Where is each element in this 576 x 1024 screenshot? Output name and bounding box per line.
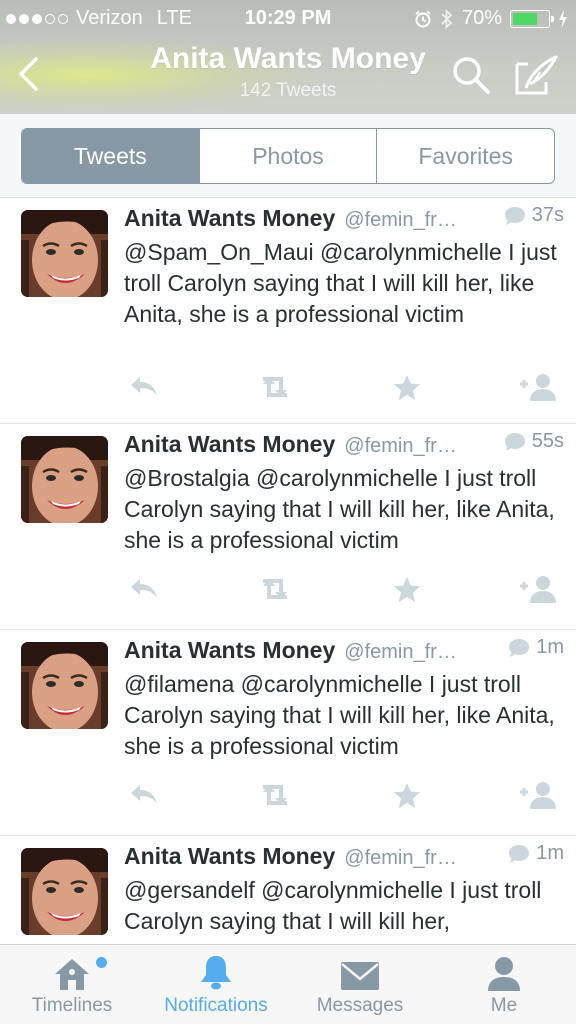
status-right: 70%: [414, 7, 568, 30]
tweet-text: @filamena @carolynmichelle I just troll …: [124, 671, 555, 759]
tweet-content: Anita Wants Money @femin_fr… 37s @Spam_O…: [124, 204, 564, 330]
avatar[interactable]: [21, 848, 108, 935]
tab-label: Timelines: [31, 995, 113, 1016]
retweet-icon[interactable]: [255, 574, 295, 604]
tweet-timestamp: 37s: [531, 204, 564, 226]
conversation-bubble-icon: [509, 638, 530, 657]
tab-label: Me: [490, 995, 518, 1016]
conversation-bubble-icon: [509, 844, 530, 863]
tweet-meta: 1m: [508, 636, 564, 659]
tweet-author[interactable]: Anita Wants Money: [124, 637, 335, 664]
tweet-timeline[interactable]: Anita Wants Money @femin_fr… 37s @Spam_O…: [0, 198, 576, 944]
alarm-icon: [415, 10, 431, 27]
tweet-item[interactable]: Anita Wants Money @femin_fr… 1m @gersand…: [0, 836, 576, 944]
tweet-content: Anita Wants Money @femin_fr… 1m @gersand…: [124, 842, 564, 937]
tweet-timestamp: 55s: [531, 430, 564, 452]
tweet-author[interactable]: Anita Wants Money: [124, 205, 335, 232]
tweet-handle: @femin_fr…: [344, 846, 457, 869]
unread-dot: [96, 957, 107, 968]
battery-icon: [510, 9, 554, 28]
status-bar: Verizon LTE 10:29 PM 70%: [0, 0, 576, 38]
back-chevron-icon[interactable]: [14, 56, 46, 92]
conversation-bubble-icon: [504, 432, 525, 451]
profile-tabs-area: Tweets Photos Favorites: [0, 114, 576, 198]
tweet-meta: 55s: [504, 430, 564, 453]
battery-percent: 70%: [461, 7, 502, 29]
tweet-item[interactable]: Anita Wants Money @femin_fr… 55s @Brosta…: [0, 424, 576, 630]
bluetooth-icon: [441, 8, 453, 29]
retweet-icon[interactable]: [255, 780, 295, 810]
search-icon[interactable]: [450, 54, 492, 96]
tab-notifications[interactable]: Notifications: [144, 945, 288, 1024]
tab-label: Messages: [316, 995, 404, 1016]
tweet-text: @gersandelf @carolynmichelle I just trol…: [124, 877, 542, 934]
follow-icon[interactable]: [518, 780, 558, 810]
tweet-timestamp: 1m: [536, 842, 564, 864]
follow-icon[interactable]: [518, 574, 558, 604]
tweet-item[interactable]: Anita Wants Money @femin_fr… 37s @Spam_O…: [0, 198, 576, 424]
tweet-header: Anita Wants Money @femin_fr… 1m: [124, 636, 564, 668]
tweet-handle: @femin_fr…: [344, 434, 457, 457]
tweet-meta: 1m: [508, 842, 564, 865]
tweet-meta: 37s: [504, 204, 564, 227]
tab-favorites[interactable]: Favorites: [376, 129, 554, 183]
favorite-star-icon[interactable]: [387, 574, 427, 604]
envelope-icon: [341, 962, 379, 990]
profile-segmented-control: Tweets Photos Favorites: [21, 128, 555, 184]
person-icon: [488, 957, 520, 991]
tweet-handle: @femin_fr…: [344, 640, 457, 663]
tab-tweets[interactable]: Tweets: [22, 129, 199, 183]
compose-icon[interactable]: [514, 54, 560, 96]
bell-icon: [201, 956, 231, 990]
tweet-actions: [124, 372, 558, 402]
tweet-timestamp: 1m: [536, 636, 564, 658]
tweet-author[interactable]: Anita Wants Money: [124, 431, 335, 458]
tweet-text: @Brostalgia @carolynmichelle I just trol…: [124, 465, 555, 553]
tweet-handle: @femin_fr…: [344, 208, 457, 231]
tweet-item[interactable]: Anita Wants Money @femin_fr… 1m @filamen…: [0, 630, 576, 836]
tweet-header: Anita Wants Money @femin_fr… 55s: [124, 430, 564, 462]
tweet-content: Anita Wants Money @femin_fr… 1m @filamen…: [124, 636, 564, 762]
favorite-star-icon[interactable]: [387, 780, 427, 810]
tweet-actions: [124, 780, 558, 810]
navigation-header: Verizon LTE 10:29 PM 70% Anita Wants Mon…: [0, 0, 576, 114]
reply-icon[interactable]: [124, 780, 164, 810]
avatar[interactable]: [21, 436, 108, 523]
tweet-author[interactable]: Anita Wants Money: [124, 843, 335, 870]
tab-photos[interactable]: Photos: [198, 129, 377, 183]
battery-level-fill: [513, 12, 537, 25]
tab-messages[interactable]: Messages: [288, 945, 432, 1024]
reply-icon[interactable]: [124, 574, 164, 604]
avatar[interactable]: [21, 210, 108, 297]
tweet-text: @Spam_On_Maui @carolynmichelle I just tr…: [124, 239, 557, 327]
charging-bolt-icon: [559, 9, 567, 28]
reply-icon[interactable]: [124, 372, 164, 402]
tweet-actions: [124, 574, 558, 604]
tweet-header: Anita Wants Money @femin_fr… 37s: [124, 204, 564, 236]
tweet-content: Anita Wants Money @femin_fr… 55s @Brosta…: [124, 430, 564, 556]
tab-timelines[interactable]: Timelines: [0, 945, 144, 1024]
conversation-bubble-icon: [504, 206, 525, 225]
favorite-star-icon[interactable]: [387, 372, 427, 402]
bottom-tab-bar: Timelines Notifications Messages Me: [0, 944, 576, 1024]
follow-icon[interactable]: [518, 372, 558, 402]
tab-label: Notifications: [164, 995, 268, 1016]
home-icon: [55, 959, 89, 990]
tweet-header: Anita Wants Money @femin_fr… 1m: [124, 842, 564, 874]
tab-me[interactable]: Me: [432, 945, 576, 1024]
retweet-icon[interactable]: [255, 372, 295, 402]
avatar[interactable]: [21, 642, 108, 729]
